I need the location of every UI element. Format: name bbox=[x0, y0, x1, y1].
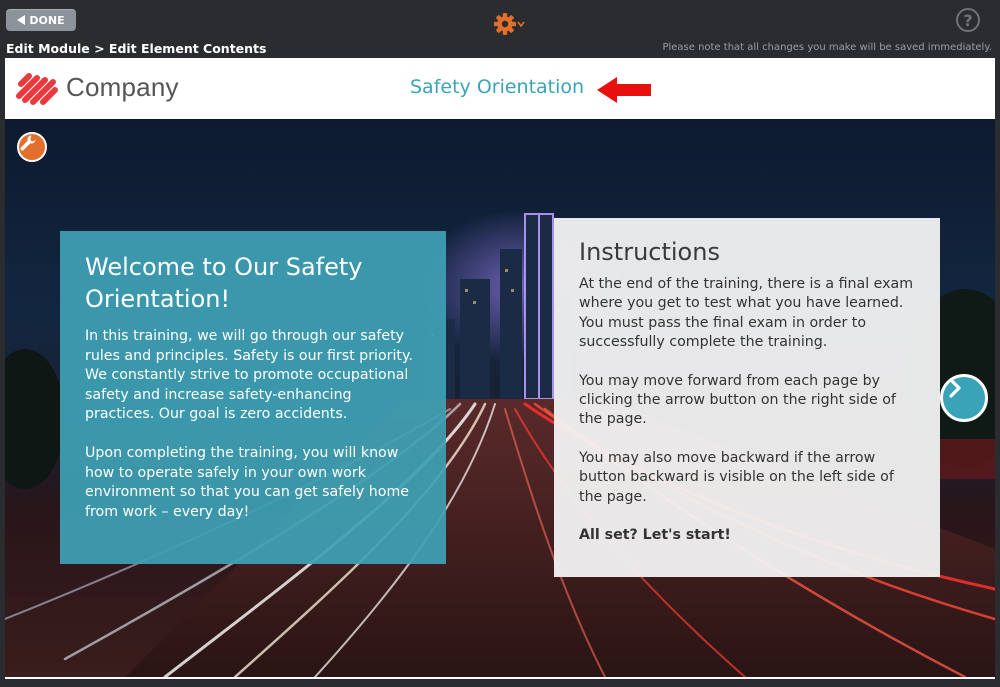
done-button[interactable]: DONE bbox=[6, 9, 76, 31]
instructions-paragraph-1: At the end of the training, there is a f… bbox=[579, 276, 914, 351]
module-header: Company Safety Orientation bbox=[5, 58, 995, 120]
done-button-label: DONE bbox=[29, 13, 65, 27]
gear-icon[interactable] bbox=[492, 10, 528, 38]
instructions-paragraph-2: You may move forward from each page by c… bbox=[579, 372, 896, 428]
module-preview: Company Safety Orientation Welcome to Ou… bbox=[5, 58, 995, 679]
welcome-panel: Welcome to Our Safety Orientation! In th… bbox=[60, 231, 446, 564]
company-name: Company bbox=[66, 72, 179, 102]
wrench-icon[interactable] bbox=[17, 132, 47, 162]
next-page-button[interactable] bbox=[940, 374, 988, 422]
module-title[interactable]: Safety Orientation bbox=[410, 76, 584, 98]
red-arrow-icon bbox=[595, 76, 653, 104]
autosave-notice: Please note that all changes you make wi… bbox=[662, 42, 992, 53]
chevron-right-icon bbox=[949, 378, 961, 398]
back-triangle-icon bbox=[17, 15, 26, 25]
instructions-paragraph-3: You may also move backward if the arrow … bbox=[579, 449, 894, 505]
welcome-paragraph-1: In this training, we will go through our… bbox=[85, 328, 413, 423]
instructions-panel: Instructions At the end of the training,… bbox=[554, 218, 940, 577]
company-logo bbox=[15, 68, 61, 108]
editor-toolbar: DONE ? Edit Module > Edit Element Conten… bbox=[0, 0, 1000, 58]
welcome-paragraph-2: Upon completing the training, you will k… bbox=[85, 444, 410, 520]
instructions-paragraph-4: All set? Let's start! bbox=[579, 527, 731, 544]
bottom-border bbox=[0, 679, 1000, 687]
help-icon[interactable]: ? bbox=[956, 8, 980, 32]
welcome-heading: Welcome to Our Safety Orientation! bbox=[85, 253, 363, 313]
hero-background: Welcome to Our Safety Orientation! In th… bbox=[5, 119, 995, 677]
instructions-heading: Instructions bbox=[579, 238, 720, 266]
breadcrumb: Edit Module > Edit Element Contents bbox=[6, 41, 267, 56]
